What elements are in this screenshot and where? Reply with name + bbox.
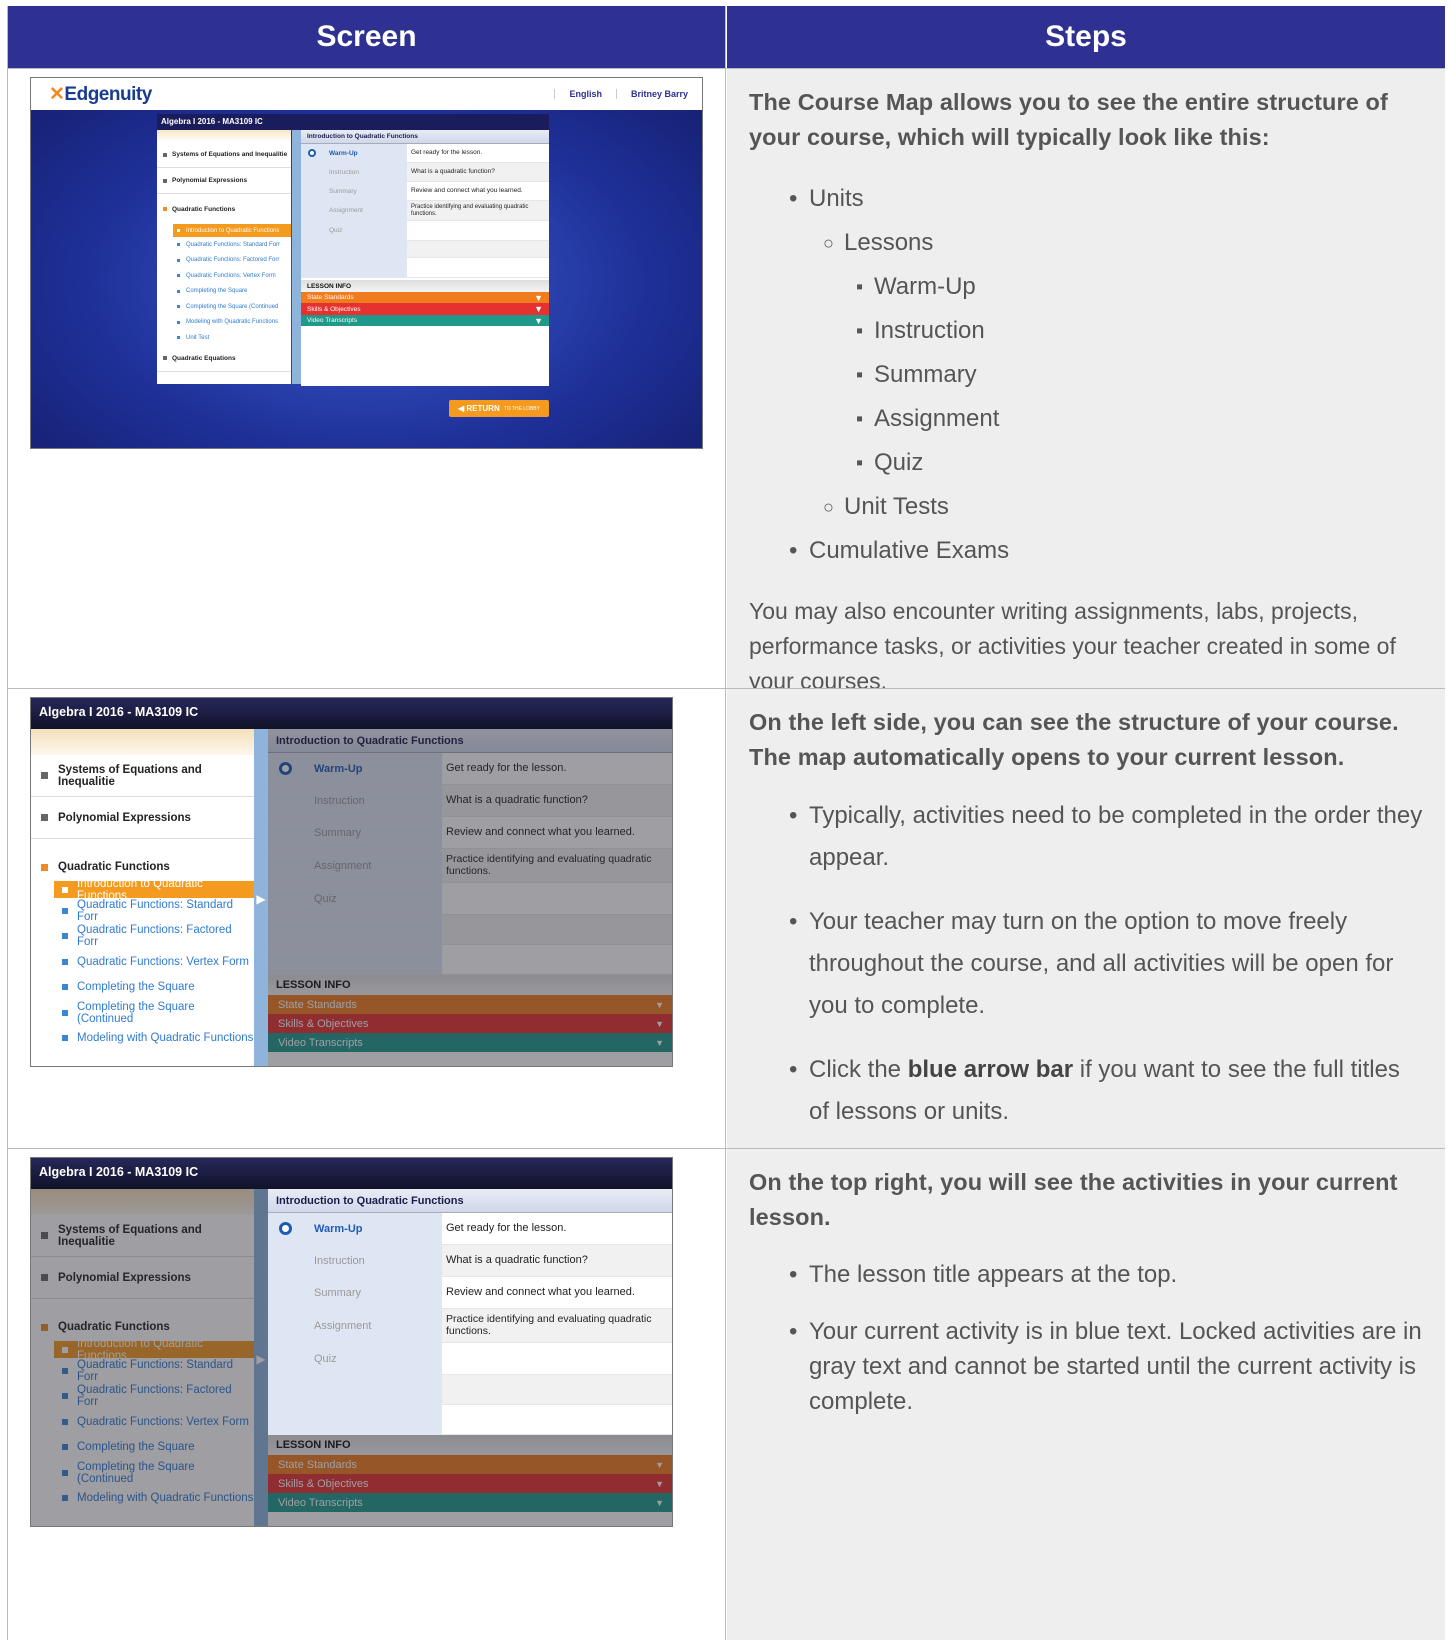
lesson-item[interactable]: Unit Test bbox=[173, 330, 291, 346]
unit-item[interactable]: Polynomial Expressions bbox=[31, 797, 254, 839]
lesson-activities-panel: Introduction to Quadratic Functions Warm… bbox=[301, 130, 549, 386]
user-menu[interactable]: Britney Barry bbox=[615, 89, 702, 99]
additional-activities-note: You may also encounter writing assignmen… bbox=[749, 598, 1396, 694]
lesson-item[interactable]: Quadratic Functions: Standard Forr bbox=[54, 898, 254, 924]
list-item: Warm-Up bbox=[749, 265, 1423, 309]
screen-cell: ✕Edgenuity English Britney Barry Algebra… bbox=[8, 69, 726, 688]
course-map-intro: The Course Map allows you to see the ent… bbox=[749, 89, 1388, 150]
activity-row-locked: Quiz bbox=[301, 221, 549, 241]
lesson-item[interactable]: Modeling with Quadratic Functions bbox=[54, 1026, 254, 1052]
chevron-down-icon: ▼ bbox=[534, 292, 543, 303]
lesson-item[interactable]: Quadratic Functions: Factored Forr bbox=[54, 924, 254, 950]
screen-cell: Algebra I 2016 - MA3109 IC Systems of Eq… bbox=[8, 689, 726, 1148]
edgenuity-logo: ✕Edgenuity bbox=[49, 83, 152, 105]
chevron-down-icon: ▼ bbox=[534, 315, 543, 326]
blue-arrow-bar[interactable] bbox=[292, 130, 301, 384]
row-top-right: Algebra I 2016 - MA3109 IC Systems of Eq… bbox=[8, 1148, 1445, 1640]
lesson-item[interactable]: Completing the Square (Continued bbox=[54, 1000, 254, 1026]
blue-arrow-bar[interactable]: ▶ bbox=[254, 729, 268, 1066]
steps-cell: On the top right, you will see the activ… bbox=[727, 1149, 1445, 1640]
steps-column-header: Steps bbox=[727, 6, 1445, 68]
lesson-item[interactable]: Completing the Square (Continued bbox=[173, 299, 291, 315]
lesson-item[interactable]: Completing the Square bbox=[54, 975, 254, 1001]
list-item: Your teacher may turn on the option to m… bbox=[749, 901, 1423, 1027]
state-standards-bar[interactable]: State Standards ▼ bbox=[301, 292, 549, 303]
course-map-guide: Screen Steps ✕Edgenuity English Britney … bbox=[7, 6, 1445, 1640]
skills-objectives-bar[interactable]: Skills & Objectives ▼ bbox=[301, 303, 549, 315]
course-map-screenshot: ✕Edgenuity English Britney Barry Algebra… bbox=[30, 77, 703, 449]
steps-cell: The Course Map allows you to see the ent… bbox=[727, 69, 1445, 694]
row-left-side: Algebra I 2016 - MA3109 IC Systems of Eq… bbox=[8, 688, 1445, 1148]
return-arrow-icon: ◀ bbox=[458, 404, 467, 413]
list-item: Your current activity is in blue text. L… bbox=[749, 1314, 1423, 1419]
video-transcripts-bar[interactable]: Video Transcripts ▼ bbox=[301, 315, 549, 326]
lesson-info-header: LESSON INFO bbox=[301, 280, 549, 292]
unit-item-current[interactable]: Quadratic Functions bbox=[157, 194, 291, 224]
left-side-intro: On the left side, you can see the struct… bbox=[749, 709, 1399, 770]
unit-outline-panel: Systems of Equations and Inequalitie Pol… bbox=[157, 130, 291, 384]
activity-row-locked: Assignment Practice identifying and evalu… bbox=[268, 1309, 672, 1343]
return-to-lobby-button[interactable]: ◀ RETURN TO THE LOBBY bbox=[449, 400, 549, 417]
activity-row-locked: Summary Review and connect what you learn… bbox=[301, 182, 549, 201]
list-item: Typically, activities need to be complet… bbox=[749, 795, 1423, 879]
list-item: The lesson title appears at the top. bbox=[749, 1257, 1423, 1292]
activity-row-current[interactable]: Warm-Up Get ready for the lesson. bbox=[301, 144, 549, 163]
list-item: Quiz bbox=[749, 441, 1423, 485]
left-side-screenshot: Algebra I 2016 - MA3109 IC Systems of Eq… bbox=[30, 697, 673, 1067]
activity-row-locked: Instruction What is a quadratic function? bbox=[301, 163, 549, 182]
dimmed-overlay bbox=[268, 1435, 672, 1526]
activity-row-current[interactable]: Warm-Up Get ready for the lesson. bbox=[268, 1213, 672, 1245]
course-structure-list: Units Lessons Warm-Up Instruction Summar… bbox=[749, 177, 1423, 573]
list-item: Lessons bbox=[749, 221, 1423, 265]
unit-item[interactable]: Quadratic Equations bbox=[157, 346, 291, 372]
lesson-item[interactable]: Quadratic Functions: Vertex Form bbox=[173, 268, 291, 284]
lesson-item-current[interactable]: Introduction to Quadratic Functions bbox=[173, 224, 291, 237]
list-item: Assignment bbox=[749, 397, 1423, 441]
top-right-intro: On the top right, you will see the activ… bbox=[749, 1169, 1398, 1230]
list-item: Instruction bbox=[749, 309, 1423, 353]
play-icon bbox=[278, 1222, 292, 1235]
app-top-bar: ✕Edgenuity English Britney Barry bbox=[31, 78, 702, 110]
activity-row-locked: Summary Review and connect what you learn… bbox=[268, 1277, 672, 1309]
course-title-bar: Algebra I 2016 - MA3109 IC bbox=[157, 114, 549, 130]
dimmed-overlay bbox=[31, 1189, 268, 1526]
unit-item[interactable]: Systems of Equations and Inequalitie bbox=[31, 755, 254, 797]
lesson-item[interactable]: Completing the Square bbox=[173, 284, 291, 300]
lesson-item[interactable]: Modeling with Quadratic Functions bbox=[173, 315, 291, 331]
activity-row-locked: Instruction What is a quadratic function? bbox=[268, 1245, 672, 1277]
unit-item[interactable]: Polynomial Expressions bbox=[157, 168, 291, 194]
activity-row-locked: Assignment Practice identifying and evalu… bbox=[301, 201, 549, 221]
screen-cell: Algebra I 2016 - MA3109 IC Systems of Eq… bbox=[8, 1149, 726, 1640]
unit-item[interactable]: Systems of Equations and Inequalitie bbox=[157, 142, 291, 168]
lesson-item-current[interactable]: Introduction to Quadratic Functions bbox=[54, 878, 254, 902]
list-item: Cumulative Exams bbox=[749, 529, 1423, 573]
list-item: Click the blue arrow bar if you want to … bbox=[749, 1049, 1423, 1133]
list-item: Units bbox=[749, 177, 1423, 221]
lesson-item[interactable]: Quadratic Functions: Vertex Form bbox=[54, 949, 254, 975]
dimmed-overlay bbox=[268, 729, 672, 1066]
top-right-screenshot: Algebra I 2016 - MA3109 IC Systems of Eq… bbox=[30, 1157, 673, 1527]
language-select[interactable]: English bbox=[554, 89, 616, 99]
lesson-title: Introduction to Quadratic Functions bbox=[301, 130, 549, 144]
chevron-down-icon: ▼ bbox=[534, 304, 543, 314]
list-item: Unit Tests bbox=[749, 485, 1423, 529]
lesson-item[interactable]: Quadratic Functions: Standard Forr bbox=[173, 237, 291, 253]
arrow-right-icon: ▶ bbox=[256, 891, 266, 906]
activity-row-locked: Quiz bbox=[268, 1343, 672, 1375]
list-item: Summary bbox=[749, 353, 1423, 397]
screen-column-header: Screen bbox=[8, 6, 726, 68]
lesson-title: Introduction to Quadratic Functions bbox=[268, 1189, 672, 1213]
lesson-item[interactable]: Quadratic Functions: Factored Forr bbox=[173, 253, 291, 269]
steps-cell: On the left side, you can see the struct… bbox=[727, 689, 1445, 1148]
play-icon bbox=[308, 149, 316, 157]
row-course-map: ✕Edgenuity English Britney Barry Algebra… bbox=[8, 68, 1445, 694]
logo-x-icon: ✕ bbox=[49, 83, 65, 105]
